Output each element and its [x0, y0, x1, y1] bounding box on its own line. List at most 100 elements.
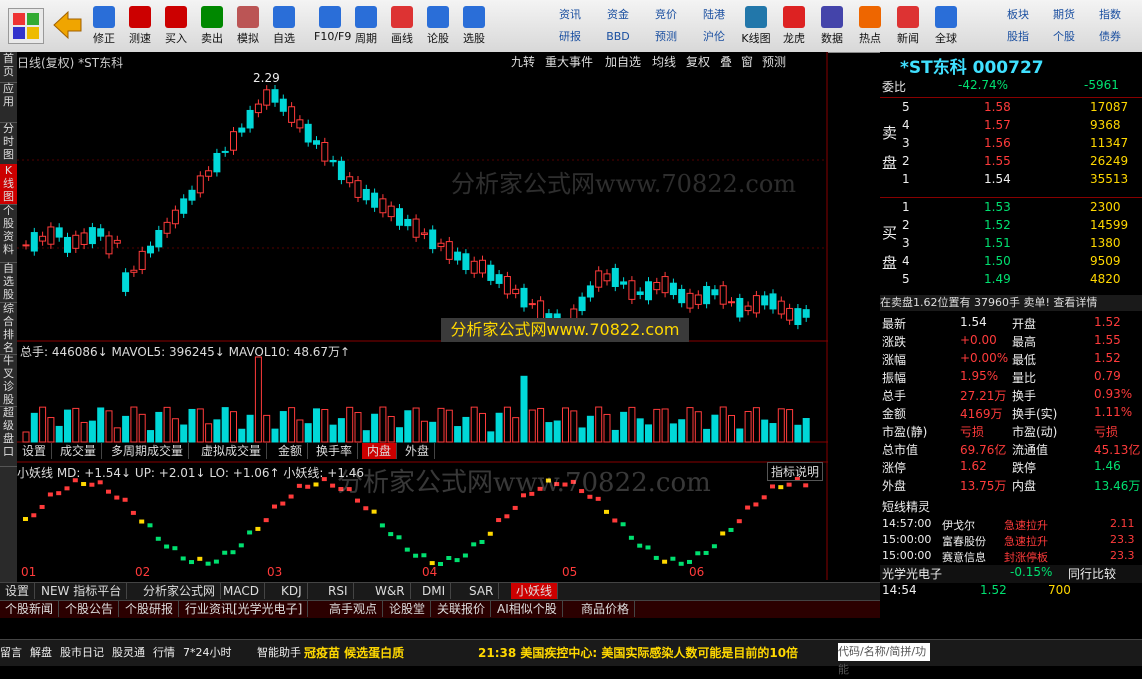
- toolbar-button-2[interactable]: 买入: [160, 4, 192, 50]
- news-tab-4[interactable]: 高手观点: [324, 601, 384, 617]
- indicator-tab-5[interactable]: RSI: [323, 583, 354, 599]
- toolbar-button-3[interactable]: 卖出: [196, 4, 228, 50]
- news-tab-8[interactable]: 商品价格: [576, 601, 636, 617]
- news-tab-0[interactable]: 个股新闻: [0, 601, 60, 617]
- order-notice[interactable]: 在卖盘1.62位置有 37960手 卖单! 查看详情: [880, 295, 1142, 311]
- indicator-help-button[interactable]: 指标说明: [767, 462, 824, 481]
- status-item-6[interactable]: 智能助手: [257, 644, 301, 660]
- volume-bar: [288, 407, 296, 443]
- status-item-3[interactable]: 股灵通: [112, 644, 145, 660]
- sidebar-tab-1[interactable]: 应用: [0, 82, 17, 123]
- sector-name[interactable]: 光学光电子: [882, 565, 942, 582]
- compare-button[interactable]: 同行比较: [1068, 565, 1116, 582]
- stat-label: 最高: [1012, 335, 1037, 349]
- stat-label: 内盘: [1012, 479, 1037, 493]
- volume-tab-2[interactable]: 多周期成交量: [106, 443, 190, 459]
- jingling-cell: 14:57:00: [882, 517, 932, 530]
- chart-svg[interactable]: 2.291.951.602429012145X100+93.81+47.422.…: [17, 52, 828, 580]
- toolbar-grid-button-7[interactable]: 沪伦: [692, 28, 736, 46]
- sidebar-tab-3[interactable]: K线图: [0, 164, 17, 205]
- news-tab-6[interactable]: 关联报价: [432, 601, 492, 617]
- indicator-tab-1[interactable]: NEW 指标平台: [36, 583, 128, 599]
- news-tab-3[interactable]: 行业资讯[光学光电子]: [180, 601, 309, 617]
- toolbar-grid-button-1[interactable]: 资金: [596, 6, 640, 24]
- back-arrow-icon[interactable]: [50, 8, 84, 42]
- volume-tab-6[interactable]: 内盘: [362, 443, 398, 459]
- sidebar-tab-5[interactable]: 自选股: [0, 262, 17, 303]
- candle-body: [97, 228, 105, 237]
- toolbar-button-r4[interactable]: 新闻: [892, 4, 924, 50]
- toolbar-button-9[interactable]: 论股: [422, 4, 454, 50]
- ticker-right[interactable]: 21:38 美国疾控中心: 美国实际感染人数可能是目前的10倍: [478, 644, 798, 661]
- indicator-tab-4[interactable]: KDJ: [276, 583, 308, 599]
- volume-tab-1[interactable]: 成交量: [55, 443, 103, 459]
- toolbar-grid-button-5[interactable]: BBD: [596, 28, 640, 46]
- volume-tab-4[interactable]: 金额: [273, 443, 309, 459]
- candle-body: [130, 269, 138, 273]
- toolbar-button-5[interactable]: 自选: [268, 4, 300, 50]
- toolbar-grid-button-r2[interactable]: 期货: [1042, 6, 1086, 24]
- indicator-tab-8[interactable]: SAR: [464, 583, 500, 599]
- toolbar-button-7[interactable]: 周期: [350, 4, 382, 50]
- candle-body: [22, 244, 30, 247]
- volume-tab-5[interactable]: 换手率: [311, 443, 359, 459]
- code-search-input[interactable]: 代码/名称/简拼/功能: [838, 643, 930, 676]
- status-item-2[interactable]: 股市日记: [60, 644, 104, 660]
- news-tab-1[interactable]: 个股公告: [60, 601, 120, 617]
- indicator-dot: [106, 489, 111, 494]
- toolbar-grid-button-r1[interactable]: 股指: [996, 28, 1040, 46]
- news-tab-5[interactable]: 论股堂: [384, 601, 432, 617]
- toolbar-button-r0[interactable]: K线图: [740, 4, 772, 50]
- indicator-tab-7[interactable]: DMI: [417, 583, 452, 599]
- toolbar-button-6[interactable]: F10/F9: [314, 4, 351, 50]
- toolbar-grid-button-r5[interactable]: 债券: [1088, 28, 1132, 46]
- sidebar-tab-4[interactable]: 个股资料: [0, 204, 17, 263]
- kline-chart[interactable]: 日线(复权) *ST东科 九转重大事件加自选均线复权叠窗预测 2.291.951…: [17, 52, 828, 580]
- indicator-dot: [496, 518, 502, 523]
- toolbar-button-8[interactable]: 画线: [386, 4, 418, 50]
- ticker-left[interactable]: 冠疫苗 候选蛋白质: [304, 644, 404, 661]
- sidebar-tab-6[interactable]: 综合排名: [0, 302, 17, 355]
- toolbar-button-1[interactable]: 测速: [124, 4, 156, 50]
- volume-bar: [802, 418, 810, 443]
- toolbar-grid-button-3[interactable]: 陆港: [692, 6, 736, 24]
- indicator-tab-9[interactable]: 小妖线: [511, 583, 559, 599]
- indicator-tab-3[interactable]: MACD: [218, 583, 265, 599]
- toolbar-button-10[interactable]: 选股: [458, 4, 490, 50]
- grid-icon[interactable]: [8, 8, 44, 44]
- sidebar-tab-7[interactable]: 牛叉诊股: [0, 354, 17, 407]
- toolbar-grid-button-2[interactable]: 竞价: [644, 6, 688, 24]
- indicator-dot: [363, 506, 369, 511]
- toolbar-grid-button-0[interactable]: 资讯: [548, 6, 592, 24]
- volume-bar: [678, 419, 686, 443]
- toolbar-grid-button-r3[interactable]: 个股: [1042, 28, 1086, 46]
- status-item-0[interactable]: 留言: [0, 644, 22, 660]
- indicator-tab-0[interactable]: 设置: [0, 583, 36, 599]
- status-item-1[interactable]: 解盘: [30, 644, 52, 660]
- indicator-dot: [89, 482, 95, 487]
- news-tab-7[interactable]: AI相似个股: [492, 601, 563, 617]
- toolbar-button-4[interactable]: 模拟: [232, 4, 264, 50]
- toolbar-grid-button-r0[interactable]: 板块: [996, 6, 1040, 24]
- toolbar-grid-button-6[interactable]: 预测: [644, 28, 688, 46]
- indicator-tab-2[interactable]: 分析家公式网: [138, 583, 222, 599]
- news-tab-2[interactable]: 个股研报: [120, 601, 180, 617]
- status-item-5[interactable]: 7*24小时: [183, 644, 232, 660]
- status-item-4[interactable]: 行情: [153, 644, 175, 660]
- candle-body: [254, 103, 262, 114]
- toolbar-grid-button-r4[interactable]: 指数: [1088, 6, 1132, 24]
- volume-bar: [769, 423, 777, 443]
- indicator-tab-6[interactable]: W&R: [370, 583, 411, 599]
- sidebar-tab-2[interactable]: 分时图: [0, 122, 17, 165]
- sidebar-tab-8[interactable]: 超级盘口: [0, 406, 17, 467]
- volume-tab-7[interactable]: 外盘: [400, 443, 436, 459]
- toolbar-button-r5[interactable]: 全球: [930, 4, 962, 50]
- toolbar-button-r2[interactable]: 数据: [816, 4, 848, 50]
- toolbar-button-0[interactable]: 修正: [88, 4, 120, 50]
- toolbar-button-r3[interactable]: 热点: [854, 4, 886, 50]
- sidebar-tab-0[interactable]: 首页: [0, 52, 17, 83]
- volume-tab-3[interactable]: 虚拟成交量: [196, 443, 268, 459]
- toolbar-grid-button-4[interactable]: 研报: [548, 28, 592, 46]
- volume-tab-0[interactable]: 设置: [17, 443, 53, 459]
- toolbar-button-r1[interactable]: 龙虎: [778, 4, 810, 50]
